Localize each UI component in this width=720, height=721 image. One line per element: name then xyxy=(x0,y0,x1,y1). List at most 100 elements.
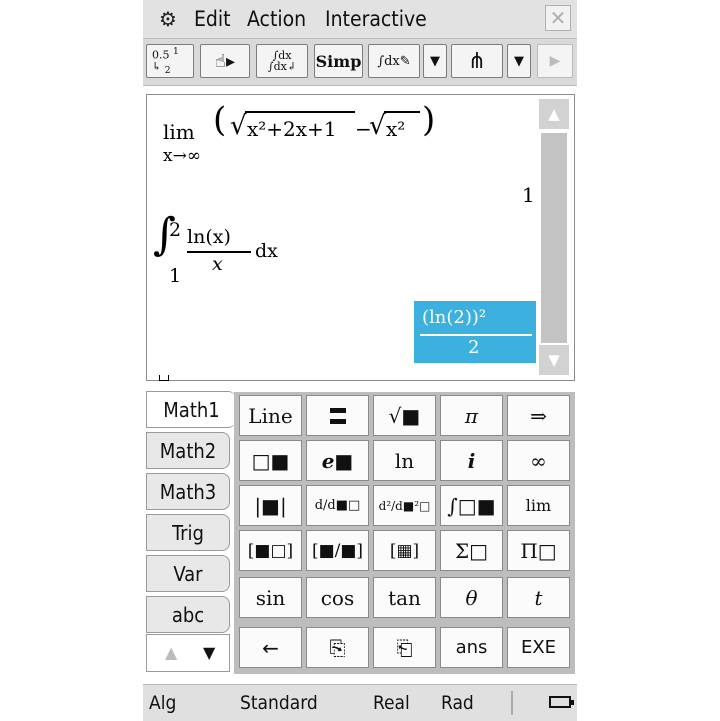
status-format[interactable]: Standard xyxy=(240,692,318,714)
lim-label: lim xyxy=(163,120,195,144)
key-sum[interactable]: Σ□ xyxy=(440,530,503,571)
key-sqrt[interactable]: √■ xyxy=(373,395,436,436)
key-infinity[interactable]: ∞ xyxy=(507,440,570,481)
key-exp[interactable]: e■ xyxy=(306,440,369,481)
chevron-down-icon: ▼ xyxy=(514,53,524,69)
integral-upper-bound: 2 xyxy=(169,219,182,241)
status-angle[interactable]: Rad xyxy=(441,692,474,714)
integral-return-icon: ∫dx↲ xyxy=(267,60,297,73)
exe-key[interactable]: EXE xyxy=(507,627,570,668)
sqrt-bar xyxy=(384,111,420,113)
main-work-area[interactable]: lim x→∞ ( √ x²+2x+1 − √ x² ) 1 ∫ 2 1 ln(… xyxy=(146,94,575,381)
sqrt-bar xyxy=(245,111,355,113)
right-paren: ) xyxy=(422,100,436,140)
result-numerator: (ln(2))² xyxy=(422,307,487,328)
tab-math3[interactable]: Math3 xyxy=(146,473,230,510)
tab-down-icon[interactable]: ▼ xyxy=(203,643,215,662)
result-denominator: 2 xyxy=(468,337,480,358)
scroll-down-icon[interactable]: ▼ xyxy=(539,345,569,375)
tab-math1[interactable]: Math1 xyxy=(146,391,236,428)
limit-operator: lim x→∞ xyxy=(163,120,201,166)
hand-icon: ☝▸ xyxy=(215,50,235,72)
limit-result: 1 xyxy=(522,183,535,207)
status-domain[interactable]: Real xyxy=(373,692,410,714)
left-paren: ( xyxy=(213,100,227,140)
key-cos[interactable]: cos xyxy=(306,577,369,618)
hand-tool-button[interactable]: ☝▸ xyxy=(200,44,250,78)
radicand-1: x²+2x+1 xyxy=(247,117,337,141)
tab-var[interactable]: Var xyxy=(146,555,230,592)
status-mode[interactable]: Alg xyxy=(149,692,176,714)
classpad-screen: ⚙ Edit Action Interactive ✕ 0.5 1 ↳ 2 ☝▸… xyxy=(143,0,577,721)
key-matrix[interactable]: [▦] xyxy=(373,530,436,571)
integral-pen-icon: ∫dx✎ xyxy=(377,53,411,69)
key-imaginary[interactable]: i xyxy=(440,440,503,481)
integral-lower-bound: 1 xyxy=(169,265,182,287)
key-fraction[interactable] xyxy=(306,395,369,436)
menu-interactive[interactable]: Interactive xyxy=(325,7,427,31)
key-integral[interactable]: ∫□■ xyxy=(440,485,503,526)
fraction-decimal-toggle-button[interactable]: 0.5 1 ↳ 2 xyxy=(146,44,194,78)
radicand-2: x² xyxy=(386,117,406,141)
result-fraction-line xyxy=(420,334,532,336)
menu-bar: ⚙ Edit Action Interactive ✕ xyxy=(143,0,577,39)
key-derivative[interactable]: d/d■□ xyxy=(306,485,369,526)
work-scrollbar[interactable]: ▲ ▼ xyxy=(539,99,569,375)
key-product[interactable]: Π□ xyxy=(507,530,570,571)
battery-icon xyxy=(549,696,574,708)
tab-math2[interactable]: Math2 xyxy=(146,432,230,469)
key-abs[interactable]: |■| xyxy=(239,485,302,526)
chevron-down-icon: ▼ xyxy=(430,53,440,69)
status-divider xyxy=(511,691,513,715)
integral-edit-button[interactable]: ∫dx✎ xyxy=(368,44,420,78)
copy-key[interactable]: ⎘ xyxy=(306,627,369,668)
simp-button[interactable]: Simp xyxy=(314,44,363,78)
integral-swap-button[interactable]: ∫dx ∫dx↲ xyxy=(256,44,308,78)
play-icon: ▶ xyxy=(549,53,561,69)
integrand-denominator: x xyxy=(212,253,223,275)
key-power[interactable]: □■ xyxy=(239,440,302,481)
key-column-matrix[interactable]: [■/■] xyxy=(306,530,369,571)
backspace-key[interactable]: ← xyxy=(239,627,302,668)
paste-icon: ⎗ xyxy=(396,635,413,660)
status-bar: Alg Standard Real Rad xyxy=(143,684,577,721)
menu-edit[interactable]: Edit xyxy=(194,7,231,31)
key-grid: Line √■ π ⇒ □■ e■ ln i ∞ |■| d/d■□ d²/d■… xyxy=(234,392,575,674)
simp-label: Simp xyxy=(315,51,362,71)
tab-abc[interactable]: abc xyxy=(146,596,230,633)
key-pi[interactable]: π xyxy=(440,395,503,436)
key-implies[interactable]: ⇒ xyxy=(507,395,570,436)
key-row-matrix[interactable]: [■□] xyxy=(239,530,302,571)
key-ln[interactable]: ln xyxy=(373,440,436,481)
gear-icon[interactable]: ⚙ xyxy=(159,8,177,30)
graph-icon: ⋔ xyxy=(467,48,487,74)
key-line[interactable]: Line xyxy=(239,395,302,436)
tab-up-icon[interactable]: ▲ xyxy=(165,643,177,662)
fraction-decimal-arrow: ↳ 2 xyxy=(152,59,171,76)
key-tan[interactable]: tan xyxy=(373,577,436,618)
scroll-up-icon[interactable]: ▲ xyxy=(539,99,569,129)
backspace-icon: ← xyxy=(262,635,279,660)
scroll-thumb[interactable] xyxy=(541,133,567,343)
fraction-template-icon xyxy=(329,407,346,424)
integrand-dx: dx xyxy=(255,240,278,262)
tab-scroll: ▲ ▼ xyxy=(146,634,230,672)
key-theta[interactable]: θ xyxy=(440,577,503,618)
integral-result-highlight[interactable]: (ln(2))² 2 xyxy=(414,301,536,363)
dropdown-1-button[interactable]: ▼ xyxy=(423,44,447,78)
key-second-derivative[interactable]: d²/d■²□ xyxy=(373,485,436,526)
menu-action[interactable]: Action xyxy=(247,7,306,31)
paste-key[interactable]: ⎗ xyxy=(373,627,436,668)
close-icon[interactable]: ✕ xyxy=(545,5,571,31)
integrand-numerator: ln(x) xyxy=(187,226,231,248)
graph-button[interactable]: ⋔ xyxy=(451,44,503,78)
key-limit[interactable]: lim xyxy=(507,485,570,526)
copy-icon: ⎘ xyxy=(329,635,346,660)
tab-trig[interactable]: Trig xyxy=(146,514,230,551)
ans-key[interactable]: ans xyxy=(440,627,503,668)
dropdown-2-button[interactable]: ▼ xyxy=(507,44,531,78)
key-t[interactable]: t xyxy=(507,577,570,618)
soft-keyboard: Math1 Math2 Math3 Trig Var abc ▲ ▼ Line … xyxy=(146,388,575,678)
key-sin[interactable]: sin xyxy=(239,577,302,618)
toolbar-next-button[interactable]: ▶ xyxy=(537,44,573,78)
